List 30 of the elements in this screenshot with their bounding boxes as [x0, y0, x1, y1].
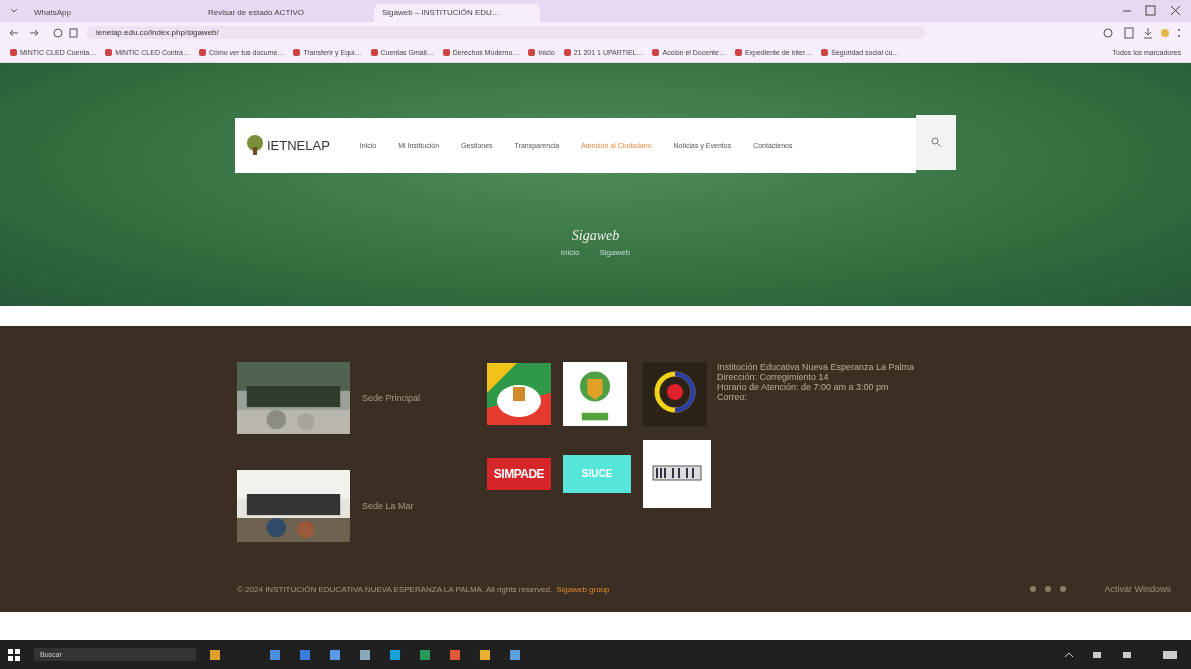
campus-name[interactable]: Sede La Mar [362, 500, 414, 511]
window-controls-icon[interactable] [1121, 5, 1181, 17]
breadcrumb-link[interactable]: Sigaweb [599, 247, 631, 257]
breadcrumb-link[interactable]: Inicio [560, 247, 580, 257]
tab-list-icon[interactable] [10, 8, 18, 14]
activation-notice: Activar Windows [1104, 584, 1171, 595]
campus-name[interactable]: Sede Principal [362, 392, 421, 403]
flag-logo-icon[interactable] [487, 361, 551, 426]
simpade-logo[interactable]: SIMPADE [487, 457, 551, 490]
copyright-text: © 2024 INSTITUCIÓN EDUCATIVA NUEVA ESPERANZA LA PALMA. All rights reserved. [237, 584, 553, 594]
start-icon[interactable] [8, 648, 20, 661]
crest-logo-icon[interactable] [563, 361, 627, 426]
search-button[interactable] [916, 114, 956, 170]
browser-tab[interactable]: WhatsApp [26, 3, 192, 22]
browser-tab[interactable]: Revisar de estado ACTIVO [200, 3, 366, 22]
contact-line: Institución Educativa Nueva Esperanza La Palma [717, 361, 916, 372]
contact-line: Correo: [717, 391, 748, 402]
navigation-icon[interactable] [8, 26, 78, 39]
circle-logo-icon[interactable] [643, 361, 707, 426]
tree-icon [245, 135, 265, 156]
site-logo[interactable]: IETNELAP [245, 135, 330, 156]
contact-line: Dirección: Corregimiento 14 [717, 371, 830, 382]
credit-link[interactable]: Sigaweb group [556, 584, 610, 594]
url-field[interactable]: ienelap.edu.co/index.php/sigaweb/ [86, 26, 926, 40]
toolbar-icons[interactable] [1103, 26, 1183, 39]
contact-line: Horario de Atención: de 7:00 am a 3:00 pm [717, 381, 890, 392]
page-title: Sigaweb [571, 227, 620, 244]
search-icon [931, 137, 941, 148]
barcode-logo-icon[interactable] [643, 439, 711, 508]
browser-tab[interactable]: Sigaweb – INSTITUCIÓN EDU… [374, 3, 540, 22]
